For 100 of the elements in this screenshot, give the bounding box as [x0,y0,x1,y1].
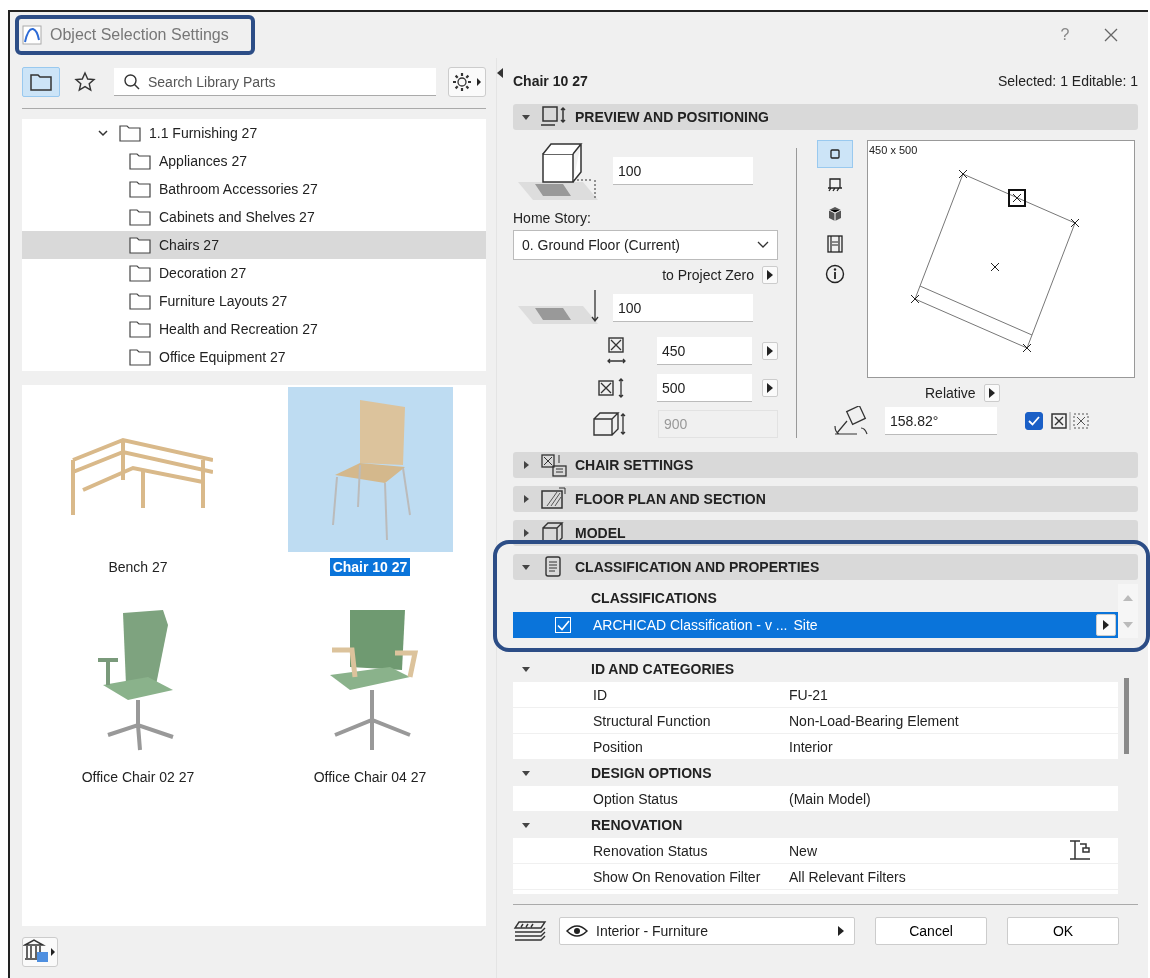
reference-label: to Project Zero [662,267,754,283]
property-name: Position [592,738,644,755]
triangle-right-icon [521,460,531,470]
square-icon [828,147,842,161]
property-value: (Main Model) [789,790,871,807]
triangle-down-icon [521,664,531,674]
tree-item[interactable]: Office Equipment 27 [22,343,486,371]
ok-button[interactable]: OK [1007,917,1119,945]
depth-field[interactable]: 500 [657,374,752,402]
folder-view-tab[interactable] [22,67,60,97]
section-header[interactable]: CHAIR SETTINGS [513,452,1138,478]
home-story-label: Home Story: [513,210,592,226]
caret-right-icon [988,388,995,398]
folder-icon [129,152,151,170]
gear-icon [451,71,483,93]
chevron-down-icon[interactable] [97,127,109,139]
section-header[interactable]: CLASSIFICATION AND PROPERTIES [513,554,1138,580]
scrollbar-thumb[interactable] [1124,678,1129,754]
object-name: Chair 10 27 [513,73,588,89]
triangle-down-icon [521,820,531,830]
renovation-filter-icon[interactable] [1068,839,1092,861]
classifications-heading: CLASSIFICATIONS [590,589,718,608]
folder-icon [129,264,151,282]
tree-item[interactable]: 1.1 Furnishing 27 [22,119,486,147]
property-name: Option Status [592,790,679,807]
property-value: All Relevant Filters [789,868,906,885]
section-icon [827,176,843,192]
item-label: Bench 27 [107,558,169,576]
angle-field[interactable]: 158.82° [885,407,997,435]
classification-menu-button[interactable] [1096,614,1116,636]
property-name: Structural Function [592,712,712,729]
cube-icon [827,206,843,222]
caret-right-icon [767,270,773,280]
star-icon [74,71,96,93]
eye-icon [566,924,588,938]
property-name: Show On Renovation Filter [592,868,762,885]
property-value: FU-21 [789,686,828,703]
hatched-square-icon [539,487,569,511]
reference-menu-button[interactable] [762,266,778,284]
app-logo-icon [22,25,42,45]
info-icon [825,264,845,284]
home-story-dropdown[interactable]: 0. Ground Floor (Current) [513,230,778,260]
tree-item[interactable]: Decoration 27 [22,259,486,287]
selection-status: Selected: 1 Editable: 1 [997,73,1138,89]
triangle-down-icon [521,562,531,572]
elevation-field[interactable]: 100 [613,294,753,322]
folder-icon [129,292,151,310]
settings-panel-icon [539,453,569,477]
section-header[interactable]: FLOOR PLAN AND SECTION [513,486,1138,512]
layer-dropdown[interactable]: Interior - Furniture [559,917,855,945]
film-icon [826,235,844,253]
property-group-header[interactable]: ID AND CATEGORIES [513,656,1118,682]
tree-item[interactable]: Bathroom Accessories 27 [22,175,486,203]
settings-button[interactable] [448,67,486,97]
search-field[interactable]: Search Library Parts [114,68,436,96]
mirror-icon [1051,412,1089,430]
item-label: Office Chair 02 27 [80,768,196,786]
triangle-right-icon [521,494,531,504]
offset-field[interactable]: 100 [613,157,753,185]
property-group-header[interactable]: DESIGN OPTIONS [513,760,1118,786]
search-icon [123,73,141,91]
tree-item[interactable]: Chairs 27 [22,231,486,259]
library-manager-button[interactable] [22,937,58,967]
check-icon [1028,416,1040,426]
width-field[interactable]: 450 [657,337,752,365]
mirror-checkbox[interactable] [1025,412,1043,430]
classification-checkbox[interactable] [555,617,571,633]
layers-icon [513,918,549,944]
caret-right-icon [767,346,773,356]
plan-view-button[interactable] [817,140,853,168]
property-name: ID [592,686,608,703]
property-value: New [789,842,817,859]
folder-icon [129,236,151,254]
collapse-arrow-icon[interactable] [497,68,503,78]
close-icon [1104,28,1118,42]
check-icon [556,619,570,631]
classification-row[interactable]: ARCHICAD Classification - v ... Site [513,612,1118,638]
relative-label: Relative [925,385,976,401]
cancel-button[interactable]: Cancel [875,917,987,945]
library-icon [23,938,57,964]
classification-system: ARCHICAD Classification - v ... [593,617,788,633]
item-label: Chair 10 27 [329,558,411,576]
folder-icon [129,348,151,366]
section-header[interactable]: PREVIEW AND POSITIONING [513,104,1138,130]
relative-menu-button[interactable] [983,384,1000,402]
caret-right-icon [767,383,773,393]
depth-menu-button[interactable] [762,379,778,397]
width-menu-button[interactable] [762,342,778,360]
tree-item[interactable]: Cabinets and Shelves 27 [22,203,486,231]
classification-value: Site [793,617,819,633]
thumbnail-tile[interactable] [287,387,453,552]
tree-item[interactable]: Furniture Layouts 27 [22,287,486,315]
monitor-icon [539,105,569,129]
property-group-header[interactable]: RENOVATION [513,812,1118,838]
layer-name: Interior - Furniture [596,923,710,939]
triangle-down-icon [521,112,531,122]
tree-item[interactable]: Appliances 27 [22,147,486,175]
folder-icon [129,320,151,338]
tree-item[interactable]: Health and Recreation 27 [22,315,486,343]
caret-right-icon [1103,620,1109,630]
